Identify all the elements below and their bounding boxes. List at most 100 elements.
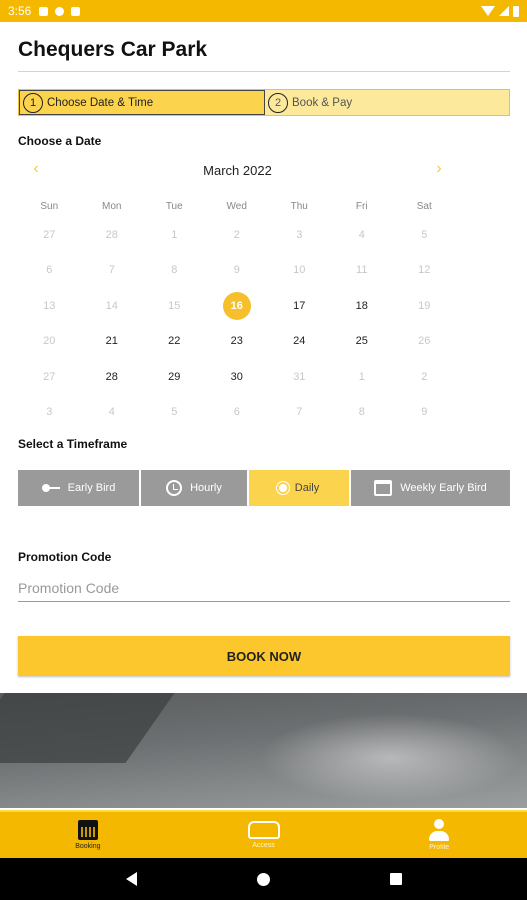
calendar-day: 15: [168, 299, 181, 312]
promotion-code-label: Promotion Code: [18, 550, 112, 564]
calendar-day[interactable]: 22: [160, 327, 188, 355]
calendar-day[interactable]: 18: [348, 292, 376, 320]
weekday-label: Wed: [226, 200, 247, 212]
timeframe-label: Daily: [294, 482, 320, 494]
calendar-day: 1: [171, 228, 178, 241]
calendar-day: 7: [296, 406, 303, 419]
calendar-day: 20: [43, 335, 56, 348]
calendar-day[interactable]: 29: [160, 363, 188, 391]
title-divider: [18, 71, 510, 72]
calendar-day: 27: [43, 370, 56, 383]
calendar-day: 3: [46, 406, 53, 419]
calendar-day[interactable]: 25: [348, 327, 376, 355]
calendar-month-title: March 2022: [203, 163, 272, 178]
calendar-day: 3: [296, 228, 303, 241]
wifi-icon: [481, 6, 495, 16]
notification-icon: [39, 6, 49, 16]
back-icon[interactable]: [125, 872, 137, 886]
calendar-day[interactable]: 21: [98, 327, 126, 355]
booking-stepper: 1 Choose Date & Time 2 Book & Pay: [18, 89, 510, 116]
home-icon[interactable]: [256, 872, 270, 886]
calendar-day: 10: [293, 264, 306, 277]
calendar-day: 2: [233, 228, 240, 241]
calendar-day-selected[interactable]: 16: [222, 291, 251, 320]
step-number: 1: [23, 92, 43, 113]
calendar-day[interactable]: 23: [223, 327, 251, 355]
calendar-day[interactable]: 28: [98, 363, 126, 391]
status-bar: 3:56: [0, 0, 527, 22]
weekday-label: Fri: [355, 200, 368, 212]
nav-label: Booking: [75, 843, 101, 850]
timeframe-label: Weekly Early Bird: [400, 482, 487, 494]
weekday-label: Sun: [40, 200, 59, 212]
calendar-day: 5: [421, 228, 428, 241]
calendar-day: 2: [421, 370, 428, 383]
page-title: Chequers Car Park: [18, 38, 208, 61]
choose-date-label: Choose a Date: [18, 134, 102, 148]
nav-access[interactable]: Access: [176, 812, 352, 858]
car-icon: [247, 821, 280, 839]
step-book-pay[interactable]: 2 Book & Pay: [265, 90, 509, 115]
bottom-navigation: Booking Access Profile: [0, 810, 527, 858]
step-number: 2: [268, 92, 288, 113]
weekday-label: Tue: [165, 200, 183, 212]
calendar-day: 26: [418, 335, 431, 348]
calendar-week-row: 27 28 29 30 31 1 2: [18, 359, 456, 395]
timeframe-daily-button[interactable]: Daily: [249, 470, 349, 506]
recent-apps-icon[interactable]: [389, 873, 402, 885]
car-park-photo: [0, 693, 527, 808]
timeframe-label: Hourly: [190, 482, 222, 494]
nav-booking[interactable]: Booking: [0, 812, 176, 858]
weekday-label: Thu: [290, 200, 308, 212]
calendar-day: 8: [171, 264, 178, 277]
calendar-day: 11: [356, 264, 368, 277]
nav-label: Profile: [429, 844, 450, 851]
calendar-day[interactable]: 30: [223, 363, 251, 391]
calendar-day: 5: [171, 406, 178, 419]
calendar-icon: [77, 820, 98, 840]
app-notification-icon: [55, 6, 65, 16]
system-navigation-bar: [0, 858, 527, 900]
calendar-day: 9: [233, 264, 240, 277]
promotion-code-input[interactable]: [18, 574, 510, 602]
calendar-day: 8: [358, 406, 365, 419]
calendar-week-row: 13 14 15 16 17 18 19: [18, 288, 456, 324]
calendar-day: 4: [358, 228, 365, 241]
step-choose-date-time[interactable]: 1 Choose Date & Time: [19, 90, 265, 115]
calendar-day: 19: [418, 299, 431, 312]
nav-profile[interactable]: Profile: [351, 812, 527, 858]
next-month-button[interactable]: ›: [429, 160, 449, 178]
calendar-day: 28: [105, 228, 118, 241]
timeframe-weekly-early-bird-button[interactable]: Weekly Early Bird: [351, 470, 510, 506]
calendar-day: 27: [43, 228, 56, 241]
nav-label: Access: [252, 842, 275, 849]
sun-icon: [278, 484, 287, 492]
calendar-week-row: 3 4 5 6 7 8 9: [18, 395, 456, 431]
calendar-week-row: 6 7 8 9 10 11 12: [18, 253, 456, 289]
calendar-day: 14: [105, 299, 118, 312]
calendar-day[interactable]: 24: [285, 327, 313, 355]
key-icon: [41, 484, 60, 492]
step-label: Book & Pay: [292, 96, 353, 109]
calendar-icon: [374, 480, 393, 496]
calendar-day[interactable]: 17: [285, 292, 313, 320]
calendar-day: 1: [358, 370, 365, 383]
step-label: Choose Date & Time: [47, 96, 154, 109]
weekday-label: Sat: [416, 200, 432, 212]
calendar-week-row: 27 28 1 2 3 4 5: [18, 217, 456, 253]
select-timeframe-label: Select a Timeframe: [18, 437, 128, 451]
calendar-day: 4: [108, 406, 115, 419]
clock-icon: [166, 480, 183, 496]
calendar-day: 12: [418, 264, 431, 277]
calendar-day: 7: [108, 264, 115, 277]
weekday-label: Mon: [102, 200, 122, 212]
timeframe-early-bird-button[interactable]: Early Bird: [18, 470, 139, 506]
calendar-grid: Sun Mon Tue Wed Thu Fri Sat 27 28 1 2 3 …: [18, 195, 456, 430]
weekday-header-row: Sun Mon Tue Wed Thu Fri Sat: [18, 195, 456, 217]
calendar-day: 9: [421, 406, 428, 419]
book-now-button[interactable]: BOOK NOW: [18, 636, 510, 676]
calendar-day: 6: [46, 264, 53, 277]
timeframe-selector: Early Bird Hourly Daily Weekly Early Bir…: [18, 470, 510, 506]
timeframe-hourly-button[interactable]: Hourly: [141, 470, 247, 506]
calendar-day: 6: [233, 406, 240, 419]
